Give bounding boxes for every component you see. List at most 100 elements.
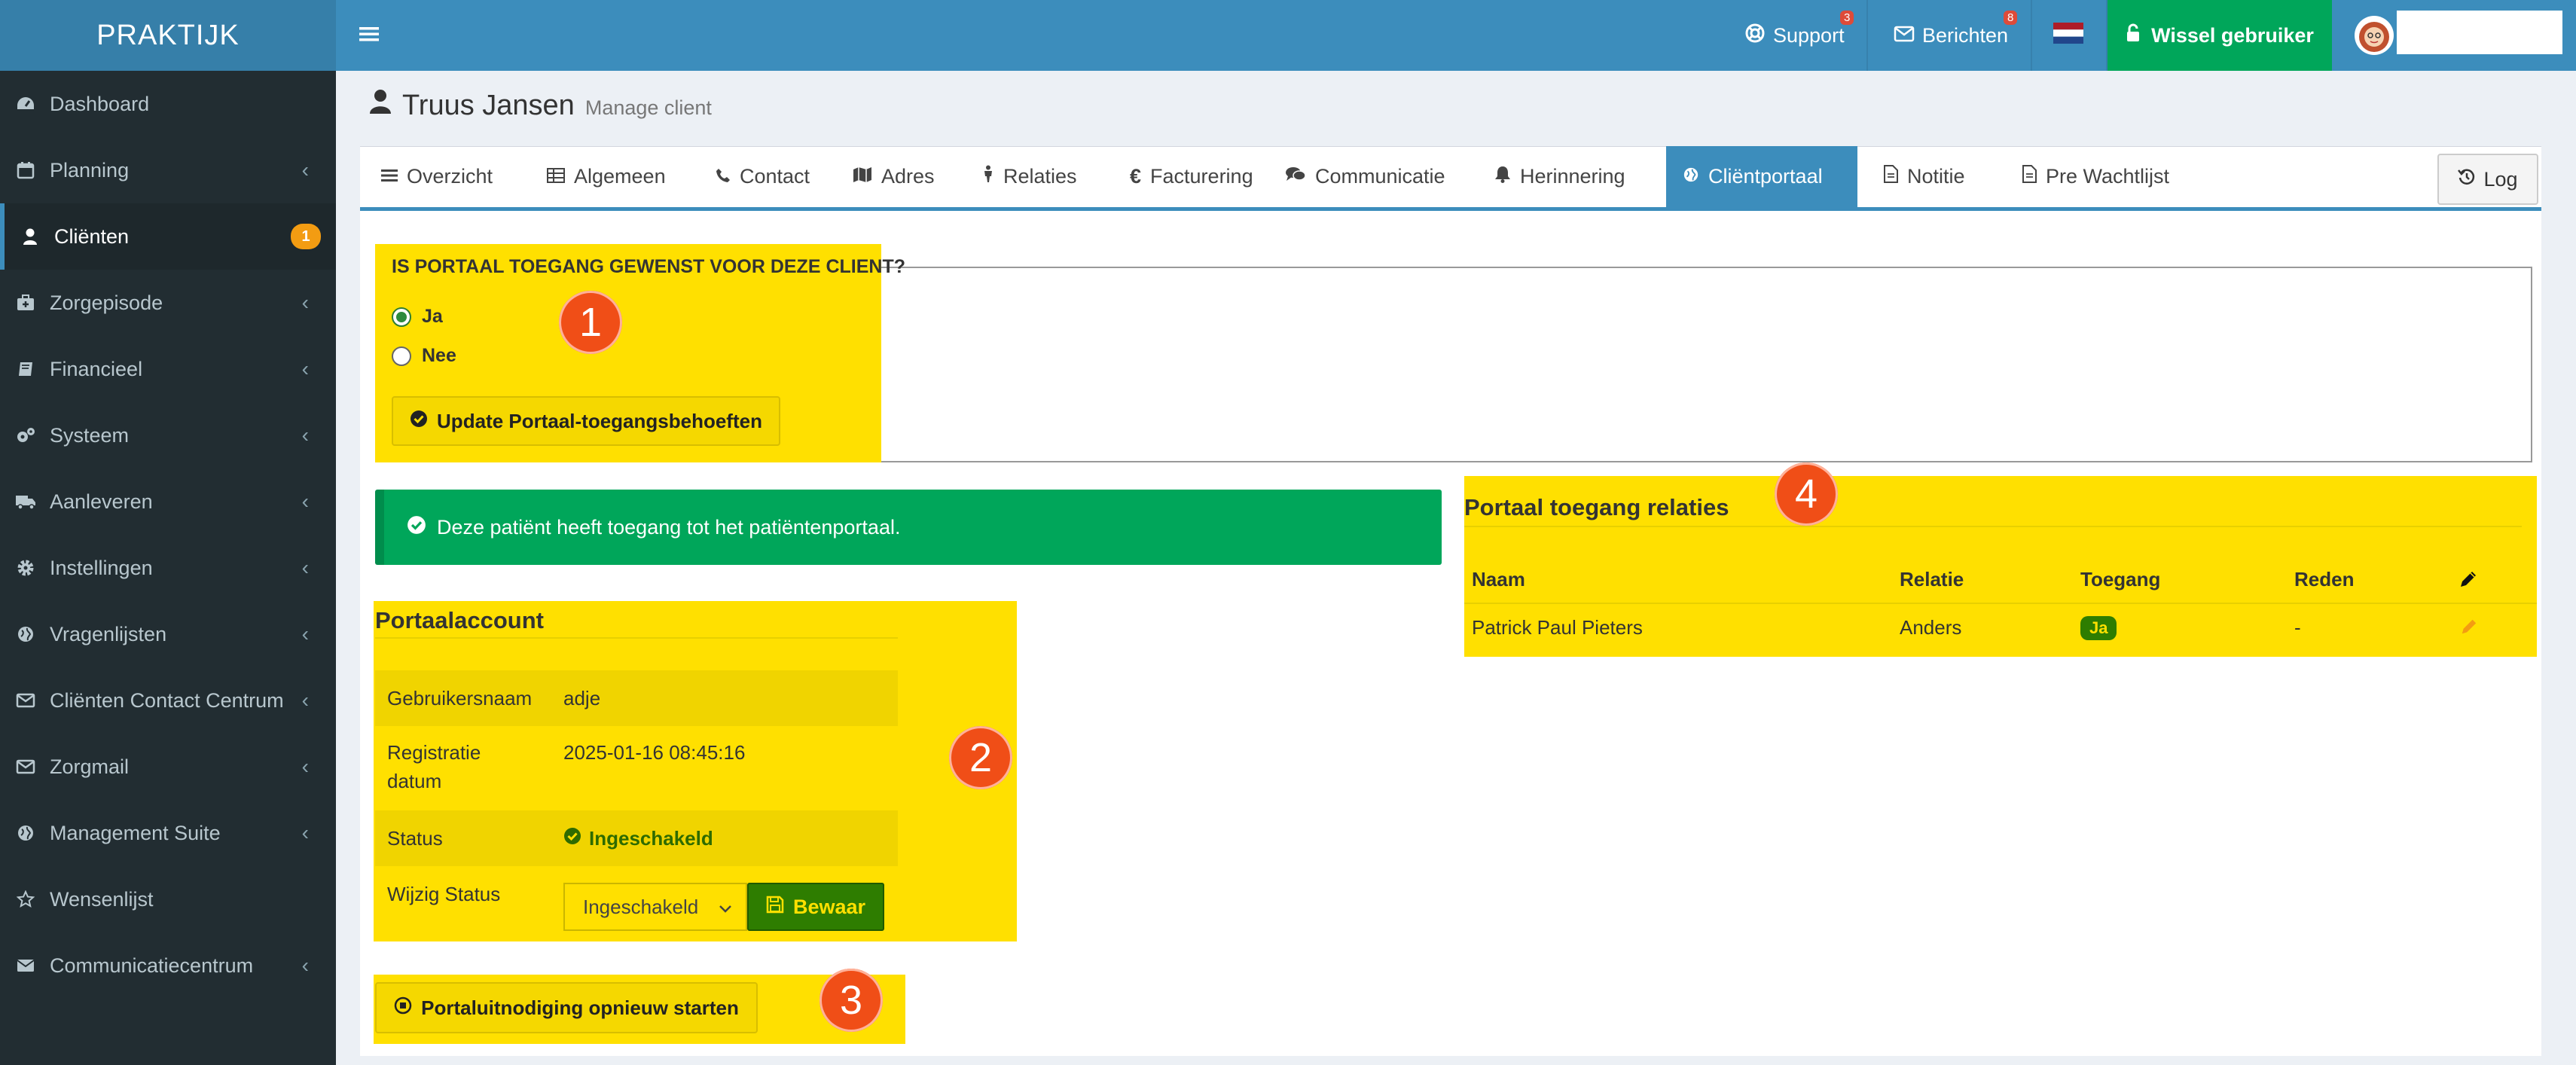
sidebar-item-clienten-contact-centrum[interactable]: Cliënten Contact Centrum ‹ [0,667,336,734]
client-tabs: Overzicht Algemeen Contact Adres Relatie… [360,146,2541,211]
sidebar-item-financieel[interactable]: Financieel ‹ [0,336,336,402]
check-circle-icon [407,515,426,540]
person-icon [982,165,994,188]
sidebar-item-label: Dashboard [50,92,150,115]
sidebar-item-systeem[interactable]: Systeem ‹ [0,402,336,468]
radio-label: Ja [422,306,443,327]
column-header-naam: Naam [1472,568,1525,590]
annotation-marker-4: 4 [1775,462,1838,526]
hamburger-icon [359,24,379,47]
tab-label: Overzicht [407,165,493,188]
berichten-link[interactable]: Berichten [1894,0,2008,71]
sidebar-toggle-button[interactable] [346,0,392,71]
tab-overzicht[interactable]: Overzicht [365,146,509,207]
support-link[interactable]: Support [1744,0,1845,71]
euro-icon: € [1130,165,1142,188]
stop-circle-icon [394,996,412,1020]
update-portal-access-button[interactable]: Update Portaal-toegangsbehoeften [392,396,780,446]
sidebar-item-planning[interactable]: Planning ‹ [0,137,336,203]
sidebar-item-label: Planning [50,158,130,182]
sidebar-item-label: Zorgmail [50,755,130,778]
lifebuoy-icon [1744,23,1766,49]
medkit-icon [15,294,36,312]
chevron-left-icon: ‹ [301,357,309,380]
user-avatar[interactable] [2355,0,2394,71]
tab-facturering[interactable]: € Facturering [1113,146,1270,207]
berichten-label: Berichten [1922,23,2009,47]
pencil-header-icon [2458,569,2478,593]
tab-contact[interactable]: Contact [699,146,826,207]
button-label: Portaluitnodiging opnieuw starten [421,996,739,1019]
sidebar-item-wensenlijst[interactable]: Wensenlijst [0,866,336,932]
sidebar-item-label: Zorgepisode [50,291,163,314]
sidebar-item-zorgepisode[interactable]: Zorgepisode ‹ [0,270,336,336]
phone-icon [716,165,731,188]
tab-label: Pre Wachtlijst [2046,165,2170,188]
tab-communicatie[interactable]: Communicatie [1268,146,1462,207]
support-label: Support [1773,23,1845,47]
sidebar-item-label: Cliënten [54,224,130,248]
list-icon [381,165,398,188]
dashboard-icon [15,96,36,112]
radio-button[interactable] [392,346,411,366]
column-header-relatie: Relatie [1900,568,1964,590]
switch-user-button[interactable]: Wissel gebruiker [2107,0,2332,71]
chevron-left-icon: ‹ [301,556,309,579]
portal-access-legend: IS PORTAAL TOEGANG GEWENST VOOR DEZE CLI… [392,256,905,277]
star-icon [15,890,36,908]
tab-clientportaal[interactable]: Cliëntportaal [1666,146,1857,207]
notification-badge: 1 [291,224,321,249]
log-label: Log [2483,167,2518,191]
tab-adres[interactable]: Adres [836,146,951,207]
chevron-left-icon: ‹ [301,755,309,778]
change-status-label: Wijzig Status [387,883,501,905]
sidebar-item-label: Financieel [50,357,143,380]
column-header-toegang: Toegang [2080,568,2161,590]
table-header-divider [1464,603,2537,604]
truck-icon [15,493,36,510]
sidebar-item-label: Management Suite [50,821,221,844]
page-header: Truus Jansen Manage client [369,89,712,122]
chevron-left-icon: ‹ [301,688,309,712]
annotation-marker-2: 2 [949,726,1012,789]
tab-relaties[interactable]: Relaties [966,146,1094,207]
radio-button-selected[interactable] [392,307,411,327]
app-logo[interactable]: PRAKTIJK [0,0,336,71]
tab-notitie[interactable]: Notitie [1866,146,1982,207]
tab-algemeen[interactable]: Algemeen [530,146,682,207]
sidebar-item-management-suite[interactable]: Management Suite ‹ [0,800,336,866]
gear-icon [15,559,36,577]
globe-icon [15,625,36,643]
navbar-divider [1866,0,1868,71]
user-icon [20,227,41,246]
tab-pre-wachtlijst[interactable]: Pre Wachtlijst [2005,146,2186,207]
account-row-username: Gebruikersnaam adje [375,670,898,726]
portal-access-alert: Deze patiënt heeft toegang tot het patië… [375,490,1442,565]
sidebar-item-zorgmail[interactable]: Zorgmail ‹ [0,734,336,800]
relation-reason: - [2294,616,2301,639]
sidebar-item-communicatiecentrum[interactable]: Communicatiecentrum ‹ [0,932,336,999]
relation-type: Anders [1900,616,1962,639]
save-button[interactable]: Bewaar [747,883,884,931]
status-select[interactable]: Ingeschakeld [563,883,747,931]
check-circle-icon [563,824,581,853]
user-icon [369,89,392,122]
sidebar-item-label: Vragenlijsten [50,622,167,645]
sidebar-item-instellingen[interactable]: Instellingen ‹ [0,535,336,601]
sidebar-item-dashboard[interactable]: Dashboard [0,71,336,137]
language-selector[interactable] [2053,0,2083,71]
radio-option-no[interactable]: Nee [392,345,456,367]
edit-pencil-icon[interactable] [2460,618,2478,639]
sidebar-item-aanleveren[interactable]: Aanleveren ‹ [0,468,336,535]
status-label: Status [387,827,443,850]
book-icon [15,360,36,378]
log-button[interactable]: Log [2437,154,2538,205]
tab-label: Relaties [1003,165,1077,188]
sidebar-item-clienten[interactable]: Cliënten 1 [0,203,336,270]
tab-herinnering[interactable]: Herinnering [1478,146,1642,207]
tab-label: Algemeen [574,165,666,188]
sidebar-item-vragenlijsten[interactable]: Vragenlijsten ‹ [0,601,336,667]
account-row-registration: Registratie datum 2025-01-16 08:45:16 [375,726,898,810]
radio-option-yes[interactable]: Ja [392,306,443,328]
restart-portal-invitation-button[interactable]: Portaluitnodiging opnieuw starten [375,982,758,1033]
